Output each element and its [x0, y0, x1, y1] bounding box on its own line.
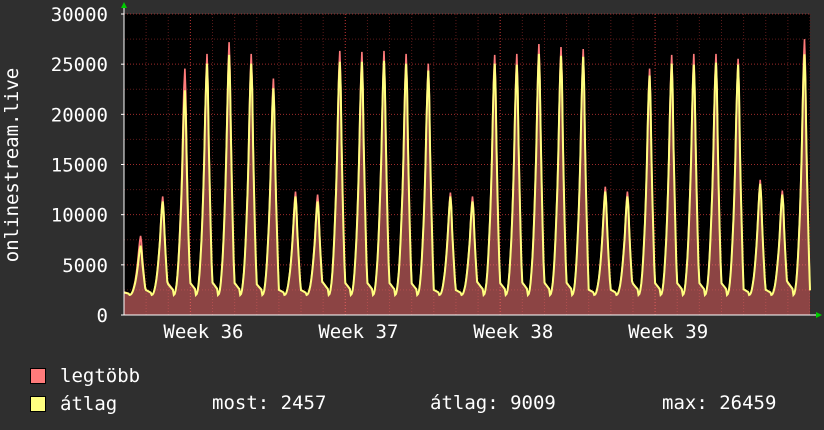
- y-tick-label: 25000: [51, 54, 108, 76]
- x-tick-label: Week 36: [163, 321, 243, 343]
- legend: legtöbb átlag most: 2457 átlag: 9009 max…: [0, 360, 824, 430]
- legend-label-legtobb: legtöbb: [60, 365, 141, 387]
- y-tick-label: 20000: [51, 104, 108, 126]
- chart: 0 5000 10000 15000 20000 25000 30000 Week 36 We…: [0, 0, 824, 430]
- y-tick-label: 10000: [51, 205, 108, 227]
- legend-swatch-legtobb: [30, 368, 46, 384]
- y-tick-label: 5000: [62, 255, 108, 277]
- y-axis-arrow: [121, 2, 127, 8]
- x-tick-labels: Week 36 Week 37 Week 38 Week 39: [163, 321, 708, 343]
- stat-max: max: 26459: [662, 392, 777, 414]
- legend-swatch-atlag: [30, 396, 46, 412]
- x-tick-label: Week 37: [318, 321, 398, 343]
- y-tick-labels: 0 5000 10000 15000 20000 25000 30000: [51, 4, 108, 327]
- y-tick-label: 0: [97, 305, 108, 327]
- x-axis-arrow: [816, 312, 822, 318]
- y-tick-label: 30000: [51, 4, 108, 26]
- stat-most: most: 2457: [212, 392, 327, 414]
- stat-atlag: átlag: 9009: [430, 392, 556, 414]
- x-tick-label: Week 38: [473, 321, 553, 343]
- legend-item-legtobb: legtöbb: [30, 362, 140, 390]
- legend-item-atlag: átlag: [30, 390, 117, 418]
- y-tick-label: 15000: [51, 155, 108, 177]
- chart-svg: 050001000015000200002500030000 Week 36 We…: [1, 2, 822, 343]
- x-tick-label: Week 39: [628, 321, 708, 343]
- y-axis-label: onlinestream.live: [1, 68, 23, 262]
- legend-label-atlag: átlag: [60, 393, 118, 415]
